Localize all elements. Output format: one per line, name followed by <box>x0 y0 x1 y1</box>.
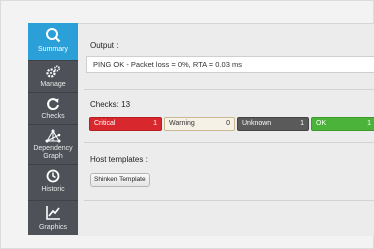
template-tag-button[interactable]: Shinken Template <box>90 173 150 187</box>
sidebar-item-label: Summary <box>38 46 68 53</box>
badge-count: 0 <box>226 120 230 127</box>
checks-title: Checks: 13 <box>90 100 131 109</box>
host-templates-title: Host templates : <box>90 155 148 164</box>
sidebar-item-label: Manage <box>40 81 66 88</box>
sidebar-item-historic[interactable]: Historic <box>28 165 78 200</box>
sidebar-item-checks[interactable]: Checks <box>28 93 78 124</box>
search-icon <box>46 28 61 43</box>
page-frame: Summary Manage Checks Dependency Graph H… <box>0 0 374 249</box>
sidebar-item-summary[interactable]: Summary <box>28 23 78 60</box>
status-badge-critical[interactable]: Critical 1 <box>89 117 162 131</box>
badge-label: OK <box>316 120 327 127</box>
divider <box>84 89 374 90</box>
divider <box>84 200 374 201</box>
main-content: Output : PING OK - Packet loss = 0%, RTA… <box>78 23 374 236</box>
badge-count: 1 <box>367 120 371 127</box>
sidebar-item-label: Dependency Graph <box>33 145 73 160</box>
status-badge-ok[interactable]: OK 1 <box>311 117 374 131</box>
line-chart-icon <box>46 206 60 220</box>
badge-label: Unknown <box>242 120 272 127</box>
sidebar-item-graphics[interactable]: Graphics <box>28 201 78 235</box>
refresh-icon <box>47 98 59 111</box>
clock-icon <box>46 169 60 183</box>
sidebar-item-label: Checks <box>41 113 65 120</box>
sidebar-nav: Summary Manage Checks Dependency Graph H… <box>28 23 78 235</box>
graph-icon <box>45 129 61 143</box>
badge-count: 1 <box>300 120 304 127</box>
status-badge-unknown[interactable]: Unknown 1 <box>237 117 309 131</box>
sidebar-item-label: Graphics <box>38 224 67 231</box>
sidebar-item-dependency-graph[interactable]: Dependency Graph <box>28 125 78 164</box>
sidebar-item-label: Historic <box>41 186 65 193</box>
divider <box>84 142 374 143</box>
badge-label: Warning <box>169 120 195 127</box>
badge-label: Critical <box>94 120 116 127</box>
badge-count: 1 <box>153 120 157 127</box>
gears-icon <box>46 65 61 78</box>
output-value: PING OK - Packet loss = 0%, RTA = 0.03 m… <box>86 56 374 73</box>
status-badge-warning[interactable]: Warning 0 <box>164 117 235 131</box>
output-title: Output : <box>90 41 119 50</box>
sidebar-item-manage[interactable]: Manage <box>28 61 78 92</box>
